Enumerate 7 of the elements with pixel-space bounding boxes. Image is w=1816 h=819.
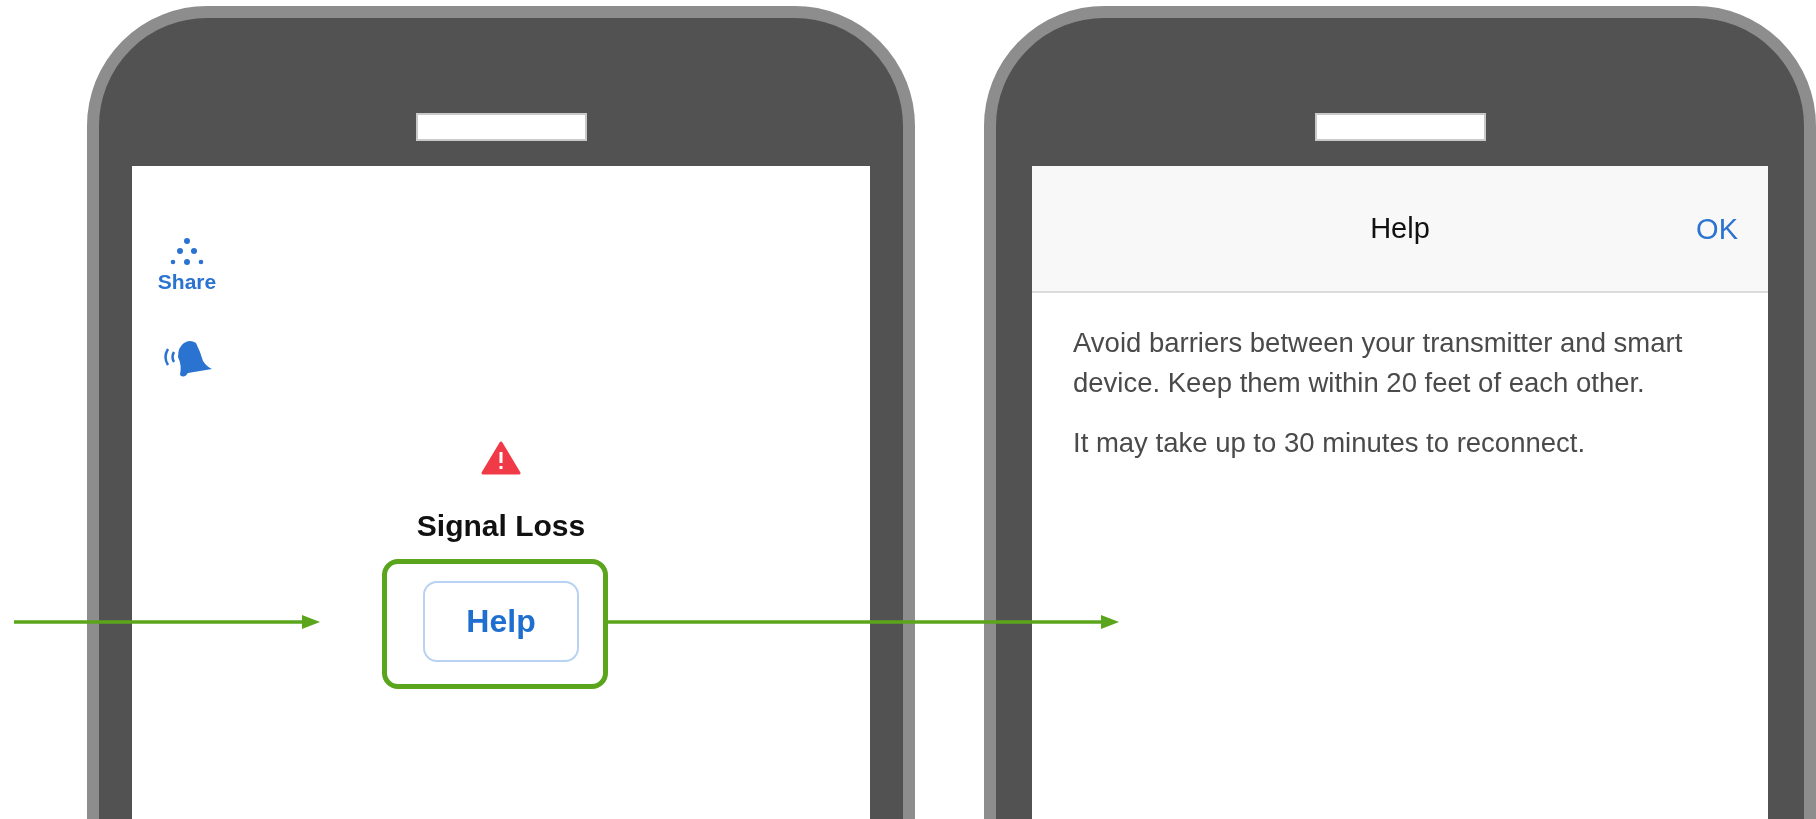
screen-title: Help — [1370, 212, 1430, 245]
help-button[interactable]: Help — [423, 581, 579, 662]
alert-title: Signal Loss — [416, 509, 586, 543]
help-text: It may take up to 30 minutes to reconnect. — [1073, 426, 1587, 460]
help-text: Avoid barriers between your transmitter and smart device. Keep them within 20 feet of each other. — [1073, 326, 1684, 400]
ok-button[interactable]: OK — [1696, 212, 1738, 245]
share-label: Share — [157, 270, 217, 294]
